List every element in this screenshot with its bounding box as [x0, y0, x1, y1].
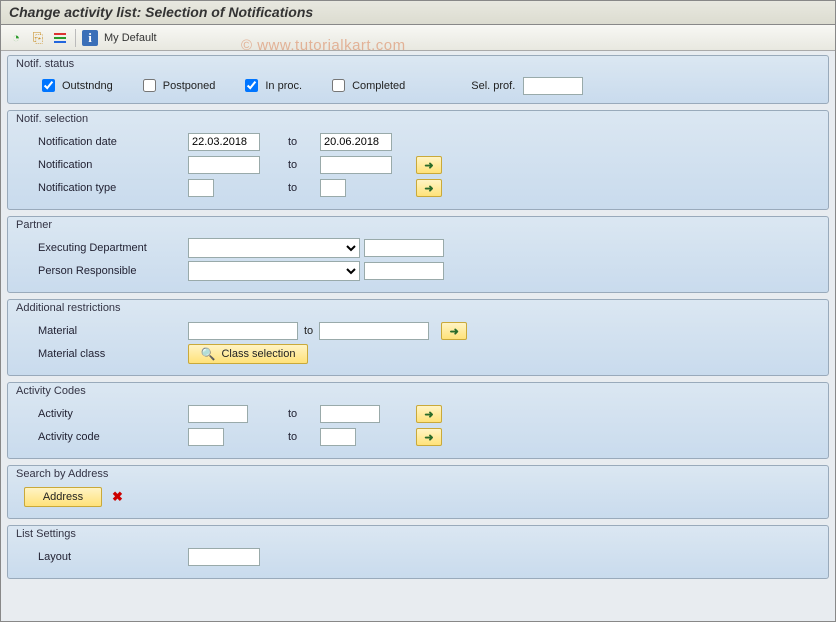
group-notif-status: Notif. status Outstndng Postponed In pro… — [7, 55, 829, 104]
activity-code-from-input[interactable] — [188, 428, 224, 446]
completed-label: Completed — [352, 80, 405, 92]
group-title-search-address: Search by Address — [8, 466, 828, 480]
activity-to-input[interactable] — [320, 405, 380, 423]
activity-code-label: Activity code — [38, 431, 188, 443]
class-selection-label: Class selection — [221, 348, 295, 360]
to-label: to — [288, 159, 314, 171]
group-title-list-settings: List Settings — [8, 526, 828, 540]
outstanding-label: Outstndng — [62, 80, 113, 92]
app-window: Change activity list: Selection of Notif… — [0, 0, 836, 622]
execute-icon[interactable]: ◔ — [7, 29, 25, 47]
notif-type-to-input[interactable] — [320, 179, 346, 197]
activity-code-multiselect-button[interactable]: ➜ — [416, 428, 442, 446]
notif-type-label: Notification type — [38, 182, 188, 194]
clear-address-icon[interactable]: ✖ — [112, 489, 123, 505]
completed-checkbox[interactable] — [332, 79, 345, 92]
layout-label: Layout — [38, 551, 188, 563]
info-icon[interactable]: i — [82, 30, 98, 46]
group-title-notif-status: Notif. status — [8, 56, 828, 70]
notif-date-label: Notification date — [38, 136, 188, 148]
content-area: Notif. status Outstndng Postponed In pro… — [1, 51, 835, 583]
in-proc-checkbox[interactable] — [245, 79, 258, 92]
app-toolbar: ◔ ⎘ i My Default — [1, 25, 835, 51]
notif-type-from-input[interactable] — [188, 179, 214, 197]
notif-date-to-input[interactable] — [320, 133, 392, 151]
notification-from-input[interactable] — [188, 156, 260, 174]
notif-date-from-input[interactable] — [188, 133, 260, 151]
my-default-button[interactable]: My Default — [104, 32, 157, 44]
material-to-input[interactable] — [319, 322, 429, 340]
activity-multiselect-button[interactable]: ➜ — [416, 405, 442, 423]
person-resp-label: Person Responsible — [38, 265, 188, 277]
notification-multiselect-button[interactable]: ➜ — [416, 156, 442, 174]
window-title: Change activity list: Selection of Notif… — [1, 1, 835, 25]
exec-dept-label: Executing Department — [38, 242, 188, 254]
to-label: to — [288, 136, 314, 148]
in-proc-label: In proc. — [265, 80, 302, 92]
group-title-activity-codes: Activity Codes — [8, 383, 828, 397]
activity-label: Activity — [38, 408, 188, 420]
outstanding-checkbox[interactable] — [42, 79, 55, 92]
to-label: to — [288, 182, 314, 194]
exec-dept-input[interactable] — [364, 239, 444, 257]
material-label: Material — [38, 325, 188, 337]
group-search-address: Search by Address Address ✖ — [7, 465, 829, 519]
notification-to-input[interactable] — [320, 156, 392, 174]
material-from-input[interactable] — [188, 322, 298, 340]
group-title-notif-selection: Notif. selection — [8, 111, 828, 125]
person-resp-select[interactable] — [188, 261, 360, 281]
group-additional: Additional restrictions Material to ➜ Ma… — [7, 299, 829, 376]
activity-from-input[interactable] — [188, 405, 248, 423]
to-label: to — [288, 431, 314, 443]
stripes-icon[interactable] — [51, 29, 69, 47]
layout-input[interactable] — [188, 548, 260, 566]
notif-type-multiselect-button[interactable]: ➜ — [416, 179, 442, 197]
toolbar-separator — [75, 29, 76, 47]
to-label: to — [304, 325, 313, 337]
group-title-partner: Partner — [8, 217, 828, 231]
address-button[interactable]: Address — [24, 487, 102, 507]
address-button-label: Address — [43, 491, 83, 503]
activity-code-to-input[interactable] — [320, 428, 356, 446]
binoculars-icon: 🔍 — [201, 347, 216, 361]
group-notif-selection: Notif. selection Notification date to No… — [7, 110, 829, 210]
group-list-settings: List Settings Layout — [7, 525, 829, 579]
notification-label: Notification — [38, 159, 188, 171]
variant-icon[interactable]: ⎘ — [29, 29, 47, 47]
exec-dept-select[interactable] — [188, 238, 360, 258]
postponed-checkbox[interactable] — [143, 79, 156, 92]
class-selection-button[interactable]: 🔍 Class selection — [188, 344, 308, 364]
material-multiselect-button[interactable]: ➜ — [441, 322, 467, 340]
material-class-label: Material class — [38, 348, 188, 360]
person-resp-input[interactable] — [364, 262, 444, 280]
group-title-additional: Additional restrictions — [8, 300, 828, 314]
group-activity-codes: Activity Codes Activity to ➜ Activity co… — [7, 382, 829, 459]
sel-prof-label: Sel. prof. — [471, 80, 515, 92]
to-label: to — [288, 408, 314, 420]
sel-prof-input[interactable] — [523, 77, 583, 95]
group-partner: Partner Executing Department Person Resp… — [7, 216, 829, 293]
postponed-label: Postponed — [163, 80, 216, 92]
